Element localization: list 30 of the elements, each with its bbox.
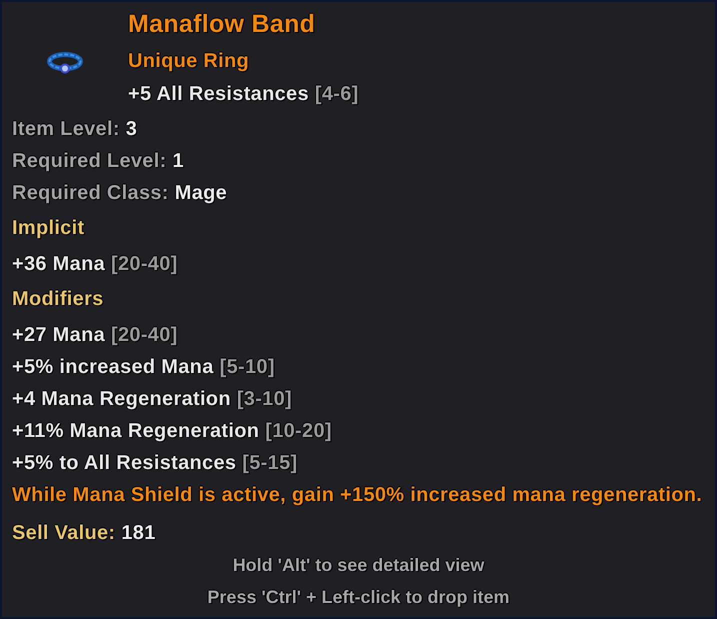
property-value: 1 [172,150,184,172]
ring-icon [47,52,83,74]
item-name: Manaflow Band [128,9,316,40]
modifier-text: +11% Mana Regeneration [12,420,260,442]
unique-effect-text: While Mana Shield is active, gain +150% increased mana regeneration. [12,484,702,506]
roll-range: [20-40] [111,324,178,346]
roll-range: [5-10] [220,356,275,378]
hint-text: Hold 'Alt' to see detailed view [232,554,484,577]
roll-range: [3-10] [236,388,292,410]
roll-range: [20-40] [111,253,178,275]
sell-value-label: Sell Value: [12,522,116,544]
sell-value: 181 [121,522,156,544]
roll-range: [4-6] [314,83,359,105]
section-heading: Implicit [12,216,84,241]
modifier-text: +5 All Resistances [128,83,309,105]
roll-range: [10-20] [265,420,332,442]
section-heading: Modifiers [12,287,104,312]
property-value: 3 [126,118,138,140]
property-label: Item Level: [12,118,120,140]
property-label: Required Class: [12,182,169,204]
modifier-text: +4 Mana Regeneration [12,388,231,410]
modifier-text: +36 Mana [12,253,106,275]
modifier-text: +27 Mana [12,324,106,346]
property-label: Required Level: [12,150,167,172]
modifier-text: +5% to All Resistances [12,452,236,474]
hint-text: Press 'Ctrl' + Left-click to drop item [207,586,510,609]
item-type: Unique Ring [128,49,250,74]
modifier-text: +5% increased Mana [12,356,214,378]
property-value: Mage [174,182,228,204]
roll-range: [5-15] [242,452,298,474]
